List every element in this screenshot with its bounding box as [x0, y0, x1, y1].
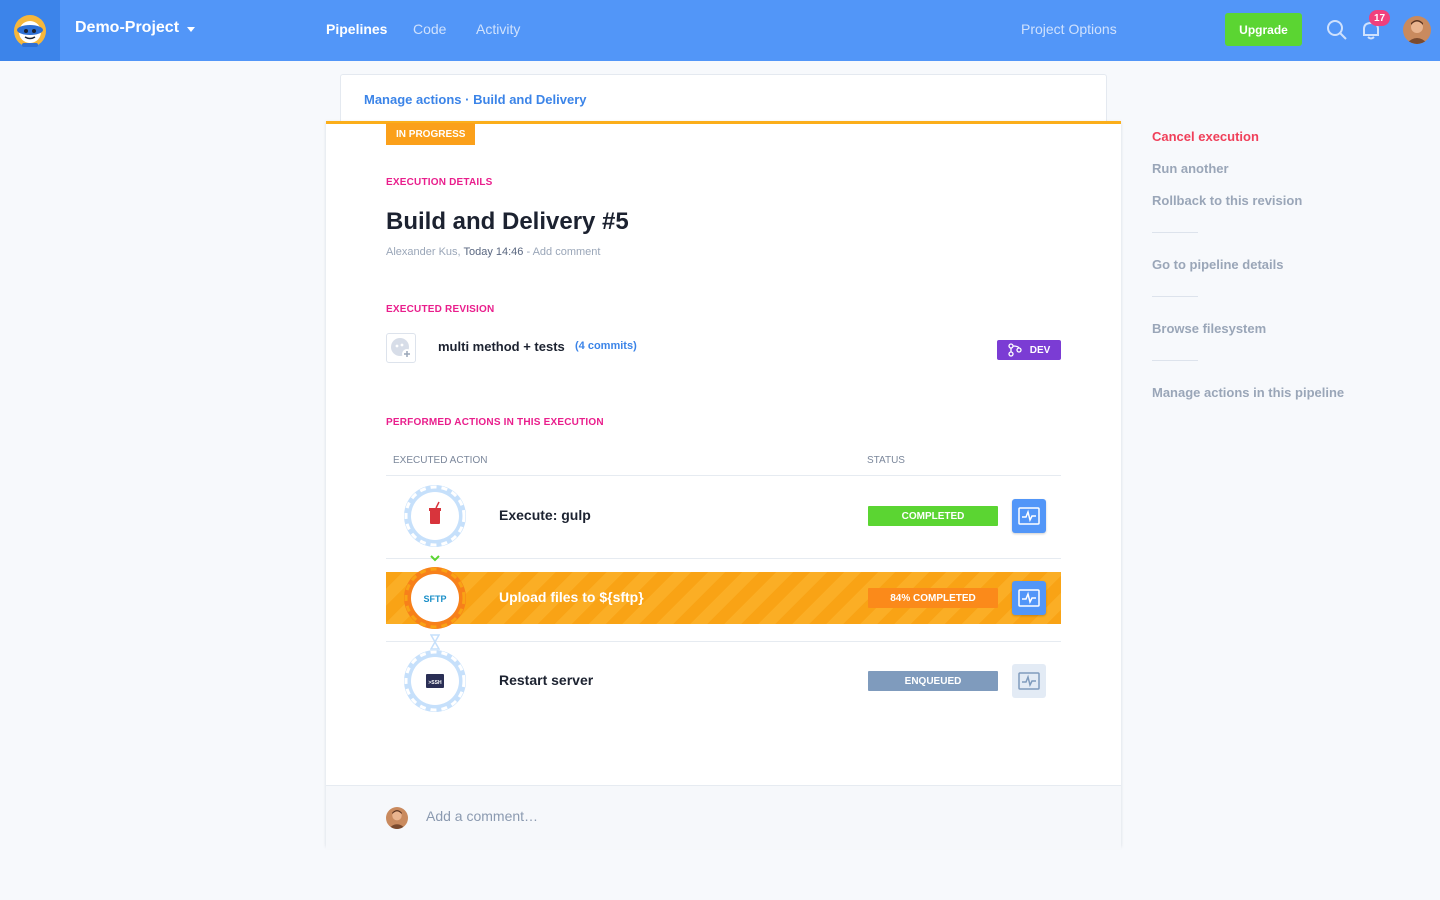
user-avatar[interactable]: [1403, 16, 1431, 44]
action-name[interactable]: Execute: gulp: [499, 507, 591, 523]
divider: [1152, 232, 1198, 233]
breadcrumb-card: Manage actions · Build and Delivery: [340, 74, 1107, 126]
performed-actions-label: PERFORMED ACTIONS IN THIS EXECUTION: [386, 417, 604, 428]
project-options-link[interactable]: Project Options: [1021, 21, 1117, 37]
revision-message: multi method + tests: [438, 339, 565, 354]
gulp-icon: [400, 481, 470, 551]
cancel-execution-link[interactable]: Cancel execution: [1152, 129, 1259, 144]
search-icon[interactable]: [1326, 19, 1348, 41]
nav-activity[interactable]: Activity: [476, 21, 520, 37]
manage-actions-link[interactable]: Manage actions in this pipeline: [1152, 385, 1344, 400]
breadcrumb-manage-actions[interactable]: Manage actions: [364, 92, 462, 107]
notification-badge: 17: [1369, 10, 1390, 26]
run-another-link[interactable]: Run another: [1152, 161, 1229, 176]
comment-input[interactable]: [426, 808, 1026, 824]
logs-button[interactable]: [1012, 581, 1046, 615]
activity-icon: [1018, 507, 1040, 525]
breadcrumb-separator: ·: [461, 92, 474, 107]
divider: [386, 558, 1061, 559]
sftp-icon: SFTP: [400, 563, 470, 633]
comment-box: [326, 785, 1121, 849]
status-pill-progress: 84% COMPLETED: [868, 588, 998, 608]
upgrade-button[interactable]: Upgrade: [1225, 13, 1302, 46]
action-name[interactable]: Upload files to ${sftp}: [499, 589, 644, 605]
breadcrumb-pipeline[interactable]: Build and Delivery: [473, 92, 586, 107]
nav-code[interactable]: Code: [413, 21, 446, 37]
top-navbar: Demo-Project Pipelines Code Activity Pro…: [0, 0, 1440, 61]
divider: [1152, 360, 1198, 361]
add-comment-link[interactable]: - Add comment: [526, 246, 600, 258]
executed-revision-label: EXECUTED REVISION: [386, 304, 495, 315]
svg-text:>SSH: >SSH: [428, 680, 442, 686]
branch-badge: DEV: [997, 340, 1061, 360]
branch-name: DEV: [1029, 344, 1051, 356]
revision-commits-link[interactable]: (4 commits): [575, 340, 637, 352]
status-pill-enqueued: ENQUEUED: [868, 671, 998, 691]
execution-details-label: EXECUTION DETAILS: [386, 177, 493, 188]
action-row[interactable]: >SSH Restart server ENQUEUED: [386, 650, 1061, 712]
pipeline-details-link[interactable]: Go to pipeline details: [1152, 257, 1283, 272]
divider: [386, 475, 1061, 476]
page-title: Build and Delivery #5: [386, 208, 629, 235]
logs-button-disabled[interactable]: [1012, 664, 1046, 698]
status-pill-completed: COMPLETED: [868, 506, 998, 526]
action-row[interactable]: Execute: gulp COMPLETED: [386, 485, 1061, 547]
execution-meta: Alexander Kus, Today 14:46 - Add comment: [386, 246, 600, 258]
execution-time: Today 14:46: [463, 246, 524, 258]
action-name[interactable]: Restart server: [499, 672, 593, 688]
execution-card: IN PROGRESS EXECUTION DETAILS Build and …: [326, 121, 1121, 849]
divider: [386, 641, 1061, 642]
browse-filesystem-link[interactable]: Browse filesystem: [1152, 321, 1266, 336]
revision-avatar-icon: [386, 333, 416, 363]
comment-avatar: [386, 807, 408, 829]
breadcrumb: Manage actions · Build and Delivery: [364, 92, 587, 107]
activity-icon: [1018, 672, 1040, 690]
svg-text:SFTP: SFTP: [423, 594, 446, 604]
action-row-active[interactable]: SFTP Upload files to ${sftp} 84% COMPLET…: [386, 567, 1061, 629]
execution-author: Alexander Kus,: [386, 246, 461, 258]
activity-icon: [1018, 589, 1040, 607]
project-switcher[interactable]: Demo-Project: [75, 19, 196, 37]
logo-icon[interactable]: [0, 0, 60, 61]
branch-icon: [1008, 343, 1022, 357]
nav-pipelines[interactable]: Pipelines: [326, 21, 387, 37]
rollback-link[interactable]: Rollback to this revision: [1152, 193, 1302, 208]
logs-button[interactable]: [1012, 499, 1046, 533]
ssh-icon: >SSH: [400, 646, 470, 716]
chevron-down-icon: [187, 26, 196, 32]
column-header-status: STATUS: [867, 455, 905, 466]
status-badge: IN PROGRESS: [386, 123, 476, 145]
chevron-down-icon: [430, 555, 440, 562]
column-header-action: EXECUTED ACTION: [393, 455, 488, 466]
divider: [1152, 296, 1198, 297]
project-name: Demo-Project: [75, 19, 180, 36]
